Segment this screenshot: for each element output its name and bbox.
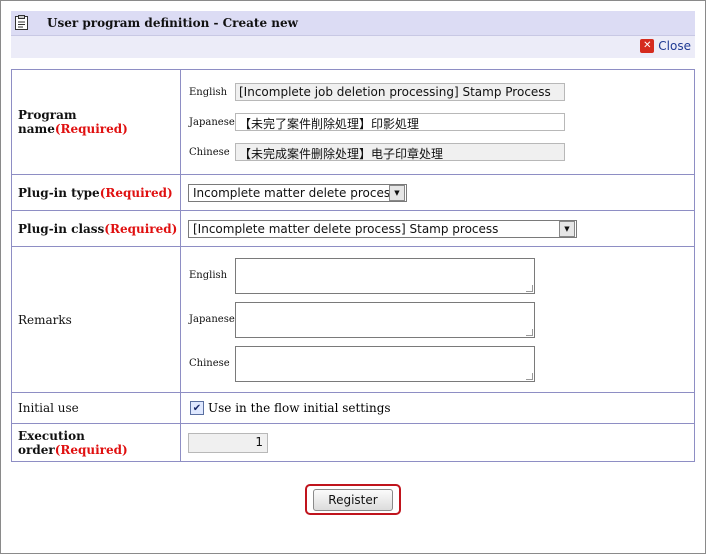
required-marker: (Required) [104, 221, 178, 236]
remarks-english-textarea[interactable] [235, 257, 535, 294]
remarks-ja-row: Japanese [181, 298, 694, 342]
plugin-type-cell: Incomplete matter delete process ▼ [180, 174, 695, 211]
plugin-type-select[interactable]: Incomplete matter delete process ▼ [188, 183, 407, 202]
clipboard-icon [15, 15, 28, 30]
initial-use-label: Initial use [11, 392, 181, 424]
program-name-fields: English [Incomplete job deletion process… [180, 69, 695, 175]
row-program-name: Program name(Required) English [Incomple… [11, 69, 695, 175]
chevron-down-icon[interactable]: ▼ [559, 220, 575, 237]
lang-label-japanese: Japanese [189, 314, 235, 325]
register-highlight: Register [305, 484, 401, 515]
lang-label-japanese: Japanese [189, 116, 235, 128]
dialog-title: User program definition - Create new [47, 16, 298, 30]
remarks-chinese-textarea[interactable] [235, 345, 535, 382]
execution-order-cell: 1 [180, 423, 695, 462]
dialog-window: User program definition - Create new ✕ C… [0, 0, 706, 554]
required-marker: (Required) [54, 122, 128, 136]
register-button[interactable]: Register [313, 488, 393, 511]
lang-label-english: English [189, 86, 228, 98]
plugin-type-selected: Incomplete matter delete process [193, 185, 389, 200]
lang-label-chinese: Chinese [189, 358, 230, 369]
row-plugin-class: Plug-in class(Required) [Incomplete matt… [11, 210, 695, 247]
close-bar: ✕ Close [11, 36, 695, 58]
row-plugin-type: Plug-in type(Required) Incomplete matter… [11, 174, 695, 211]
program-name-label: Program name(Required) [11, 69, 181, 175]
close-button[interactable]: ✕ Close [640, 39, 691, 53]
remarks-fields: English Japanese Chinese [180, 246, 695, 393]
lang-label-english: English [189, 270, 228, 281]
row-execution-order: Execution order(Required) 1 [11, 423, 695, 462]
required-marker: (Required) [54, 442, 128, 457]
row-remarks: Remarks English Japanese Chinese [11, 246, 695, 393]
program-form: Program name(Required) English [Incomple… [11, 69, 695, 462]
title-bar: User program definition - Create new [11, 11, 695, 36]
initial-use-cell: ✔ Use in the flow initial settings [180, 392, 695, 424]
program-name-ja-row: Japanese 【未完了案件削除処理】印影処理 [181, 107, 694, 137]
close-label: Close [658, 39, 691, 53]
program-name-japanese-input[interactable]: 【未完了案件削除処理】印影処理 [235, 113, 565, 131]
initial-use-checkbox[interactable]: ✔ [190, 401, 204, 416]
program-name-zh-row: Chinese 【未完成案件删除处理】电子印章处理 [181, 137, 694, 167]
program-name-en-row: English [Incomplete job deletion process… [181, 77, 694, 107]
remarks-en-row: English [181, 254, 694, 298]
execution-order-input[interactable]: 1 [188, 432, 268, 453]
chevron-down-icon[interactable]: ▼ [389, 184, 405, 201]
row-initial-use: Initial use ✔ Use in the flow initial set… [11, 392, 695, 424]
required-marker: (Required) [99, 185, 173, 200]
program-name-chinese-input[interactable]: 【未完成案件删除处理】电子印章处理 [235, 143, 565, 161]
plugin-class-selected: [Incomplete matter delete process] Stamp… [193, 221, 499, 236]
close-icon: ✕ [640, 39, 655, 53]
plugin-type-label: Plug-in type(Required) [11, 174, 181, 211]
initial-use-checkbox-label: Use in the flow initial settings [208, 400, 391, 415]
program-name-english-input[interactable]: [Incomplete job deletion processing] Sta… [235, 83, 565, 101]
plugin-class-cell: [Incomplete matter delete process] Stamp… [180, 210, 695, 247]
plugin-class-label: Plug-in class(Required) [11, 210, 181, 247]
lang-label-chinese: Chinese [189, 146, 230, 158]
remarks-japanese-textarea[interactable] [235, 301, 535, 338]
remarks-label: Remarks [11, 246, 181, 393]
execution-order-label: Execution order(Required) [11, 423, 181, 462]
plugin-class-select[interactable]: [Incomplete matter delete process] Stamp… [188, 219, 577, 238]
remarks-zh-row: Chinese [181, 342, 694, 386]
